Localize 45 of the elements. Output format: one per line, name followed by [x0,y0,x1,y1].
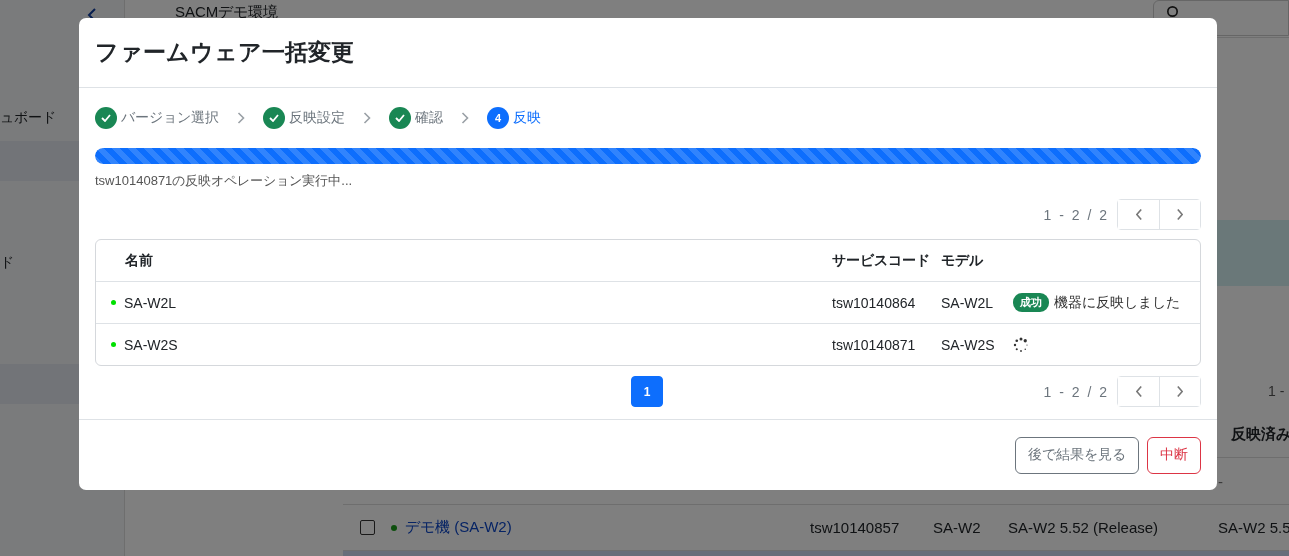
status-dot [111,342,116,347]
table-cell: SA-W2L [124,294,177,311]
status-badge: 成功 [1013,293,1049,312]
page-title: SACMデモ環境 [175,3,279,22]
device-link[interactable]: デモ機 (SA-W2) [405,518,512,537]
step-label: バージョン選択 [121,108,219,127]
view-later-button[interactable]: 後で結果を見る [1015,436,1139,474]
chevron-left-icon [1135,209,1142,220]
chevron-icon [237,111,245,124]
table-cell-text: tsw10140871 [831,336,917,353]
search-icon [1167,6,1178,17]
table-cell: - [1218,472,1223,490]
step-label: 反映 [513,108,541,127]
step-number: 4 [487,106,509,129]
column-header: 名前 [124,251,154,270]
highlighted-row [1217,220,1289,286]
spinner-icon [1013,336,1029,353]
result-text: 機器に反映しました [1054,293,1180,312]
chevron-right-icon [1177,209,1183,220]
table-cell-text: SA-W2S [940,336,996,353]
table-cell: SA-W2 [933,519,981,536]
step-label: 反映設定 [289,108,345,127]
table-cell: SA-W2 5.5 [1218,519,1289,536]
table-cell: tsw10140857 [810,519,900,536]
dialog-title: ファームウェア一括変更 [95,38,354,67]
checkbox[interactable] [360,520,375,535]
pagination-text: 1 - 2 / 2 [1043,206,1109,223]
page-button[interactable]: 1 [631,376,663,407]
step-label: 確認 [415,108,443,127]
abort-button[interactable]: 中断 [1147,436,1201,474]
column-header: モデル [940,251,984,270]
pagination-text: 1 - 2 / 2 [1043,383,1109,400]
table-cell: SA-W2S [124,336,178,353]
status-dot [111,300,116,305]
chevron-icon [461,111,469,124]
table-cell: SA-W2 5.52 (Release) [1008,519,1159,536]
table-cell-text: tsw10140864 [831,294,917,311]
status-dot [391,524,397,531]
table-cell-text: SA-W2L [940,294,995,311]
chevron-left-icon [1135,386,1142,397]
status-text: tsw10140871の反映オペレーション実行中... [95,172,354,190]
chevron-right-icon [1177,386,1183,397]
chevron-icon [363,111,371,124]
column-header: サービスコード [831,251,931,270]
pagination-text: 1 - [1268,383,1285,399]
